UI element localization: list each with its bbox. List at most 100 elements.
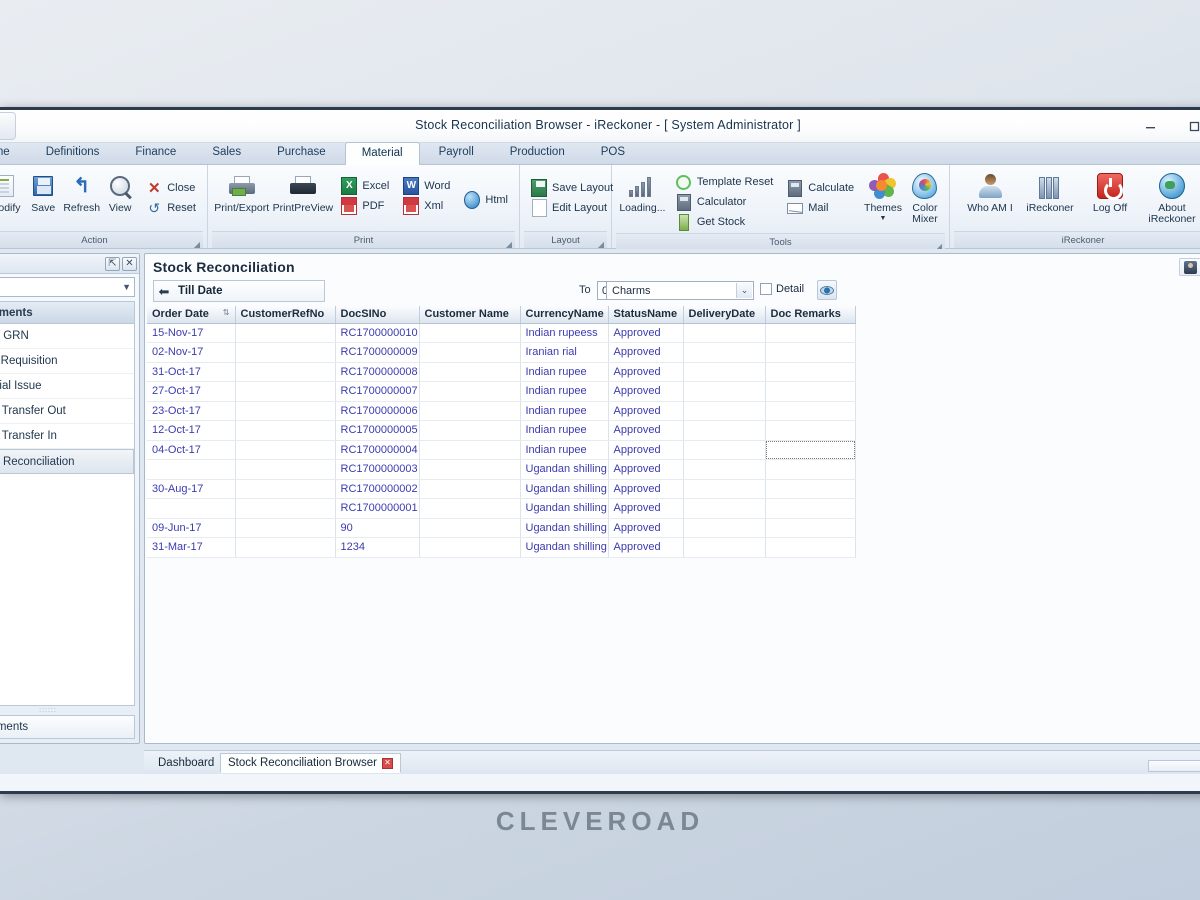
tab-pos[interactable]: POS [584,141,642,164]
tab-definitions[interactable]: Definitions [29,141,117,164]
sidebar-item-material-issue[interactable]: Material Issue [0,374,134,399]
arrow-left-icon[interactable]: ⬅ [154,281,174,301]
close-pane-icon[interactable]: ✕ [122,256,137,271]
cell-remarks[interactable] [765,381,856,402]
cell-delivery-date[interactable] [683,537,766,558]
excel-button[interactable]: X Excel [337,177,393,195]
tab-finance[interactable]: Finance [118,141,193,164]
column-header-doc-si-no[interactable]: DocSINo [335,306,420,324]
sidebar-item-stock-reconciliation[interactable]: Stock Reconciliation [0,449,134,474]
close-button[interactable]: ✕ Close [142,179,200,197]
navigation-pane-combo[interactable]: ▼ [0,277,135,297]
sidebar-item-stock-transfer-out[interactable]: Stock Transfer Out [0,399,134,424]
pin-icon[interactable]: ⇱ [105,256,120,271]
reset-button[interactable]: ↺ Reset [142,199,200,217]
cell-order-date[interactable]: 15-Nov-17 [147,323,236,343]
sidebar-item-direct-grn[interactable]: Direct GRN [0,324,134,349]
cell-customer-name[interactable] [419,401,521,421]
get-stock-button[interactable]: Get Stock [672,213,777,231]
cell-customer-name[interactable] [419,362,521,382]
html-button[interactable]: Html [460,191,512,209]
tab-sales[interactable]: Sales [195,141,258,164]
table-row[interactable]: 30-Aug-17 RC1700000002 Ugandan shilling App… [147,479,856,499]
table-row[interactable]: RC1700000001 Ugandan shilling Approved [147,498,856,519]
tab-home[interactable]: Home [0,141,27,164]
cell-currency[interactable]: Indian rupee [520,401,609,421]
print-export-button[interactable]: Print/Export [212,169,271,216]
charms-chevron-down-icon[interactable]: ⌄ [736,283,752,298]
loading-button[interactable]: Loading... [616,169,669,216]
cell-remarks[interactable] [765,459,856,480]
cell-order-date[interactable]: 09-Jun-17 [147,518,236,538]
preview-button[interactable] [817,280,837,300]
cell-delivery-date[interactable] [683,323,766,343]
cell-status[interactable]: Approved [608,401,684,421]
calculate-button[interactable]: Calculate [783,179,858,197]
cell-doc-sino[interactable]: RC1700000010 [335,323,420,343]
cell-customer-ref[interactable] [235,518,336,538]
cell-customer-ref[interactable] [235,342,336,363]
themes-button[interactable]: Themes ▼ [861,169,905,224]
cell-currency[interactable]: Ugandan shilling [520,498,609,519]
column-header-customer-ref-no[interactable]: CustomerRefNo [235,306,336,324]
column-header-currency-name[interactable]: CurrencyName [520,306,609,324]
cell-delivery-date[interactable] [683,420,766,441]
save-button[interactable]: Save [24,169,62,216]
cell-remarks[interactable] [765,323,856,343]
cell-remarks[interactable] [765,362,856,382]
cell-customer-ref[interactable] [235,381,336,402]
cell-status[interactable]: Approved [608,440,684,460]
detail-checkbox-group[interactable]: Detail [760,283,804,295]
cell-customer-name[interactable] [419,381,521,402]
sort-indicator-icon[interactable]: ⇅ [223,308,230,317]
mail-button[interactable]: Mail [783,199,858,217]
themes-dropdown-caret[interactable]: ▼ [880,215,887,222]
cell-delivery-date[interactable] [683,342,766,363]
sidebar-item-stock-transfer-in[interactable]: Stock Transfer In [0,424,134,449]
cell-order-date[interactable]: 27-Oct-17 [147,381,236,402]
table-row[interactable]: 27-Oct-17 RC1700000007 Indian rupee Approve… [147,381,856,402]
print-preview-button[interactable]: PrintPreView [271,169,334,216]
modify-button[interactable]: Modify [0,169,24,216]
cell-order-date[interactable] [147,459,236,480]
table-row[interactable]: 09-Jun-17 90 Ugandan shilling Approved [147,518,856,538]
cell-currency[interactable]: Indian rupee [520,440,609,460]
cell-order-date[interactable]: 04-Oct-17 [147,440,236,460]
cell-delivery-date[interactable] [683,479,766,499]
column-header-delivery-date[interactable]: DeliveryDate [683,306,766,324]
cell-remarks[interactable] [765,401,856,421]
cell-currency[interactable]: Ugandan shilling [520,479,609,499]
cell-remarks[interactable] [765,420,856,441]
maximize-icon[interactable] [1172,110,1200,143]
cell-remarks[interactable] [765,440,856,460]
cell-order-date[interactable]: 02-Nov-17 [147,342,236,363]
cell-currency[interactable]: Indian rupeess [520,323,609,343]
cell-status[interactable]: Approved [608,537,684,558]
cell-status[interactable]: Approved [608,479,684,499]
cell-status[interactable]: Approved [608,498,684,519]
about-button[interactable]: About iReckoner [1140,169,1200,227]
pdf-button[interactable]: PDF [337,197,393,215]
save-layout-button[interactable]: Save Layout [527,179,617,197]
cell-remarks[interactable] [765,479,856,499]
cell-remarks[interactable] [765,498,856,519]
cell-doc-sino[interactable]: RC1700000001 [335,498,420,519]
refresh-button[interactable]: ↰ Refresh [62,169,101,216]
tab-material[interactable]: Material [344,142,420,165]
cell-customer-name[interactable] [419,440,521,460]
user-badge[interactable] [1179,258,1200,276]
cell-currency[interactable]: Indian rupee [520,381,609,402]
column-header-doc-remarks[interactable]: Doc Remarks [765,306,856,324]
cell-customer-ref[interactable] [235,537,336,558]
cell-customer-ref[interactable] [235,362,336,382]
cell-order-date[interactable]: 31-Mar-17 [147,537,236,558]
tab-purchase[interactable]: Purchase [260,141,343,164]
cell-doc-sino[interactable]: RC1700000002 [335,479,420,499]
column-header-customer-name[interactable]: Customer Name [419,306,521,324]
cell-order-date[interactable]: 31-Oct-17 [147,362,236,382]
template-reset-button[interactable]: Template Reset [672,173,777,191]
tab-production[interactable]: Production [493,141,582,164]
cell-status[interactable]: Approved [608,342,684,363]
tab-close-icon[interactable]: ✕ [381,757,393,769]
cell-remarks[interactable] [765,518,856,538]
